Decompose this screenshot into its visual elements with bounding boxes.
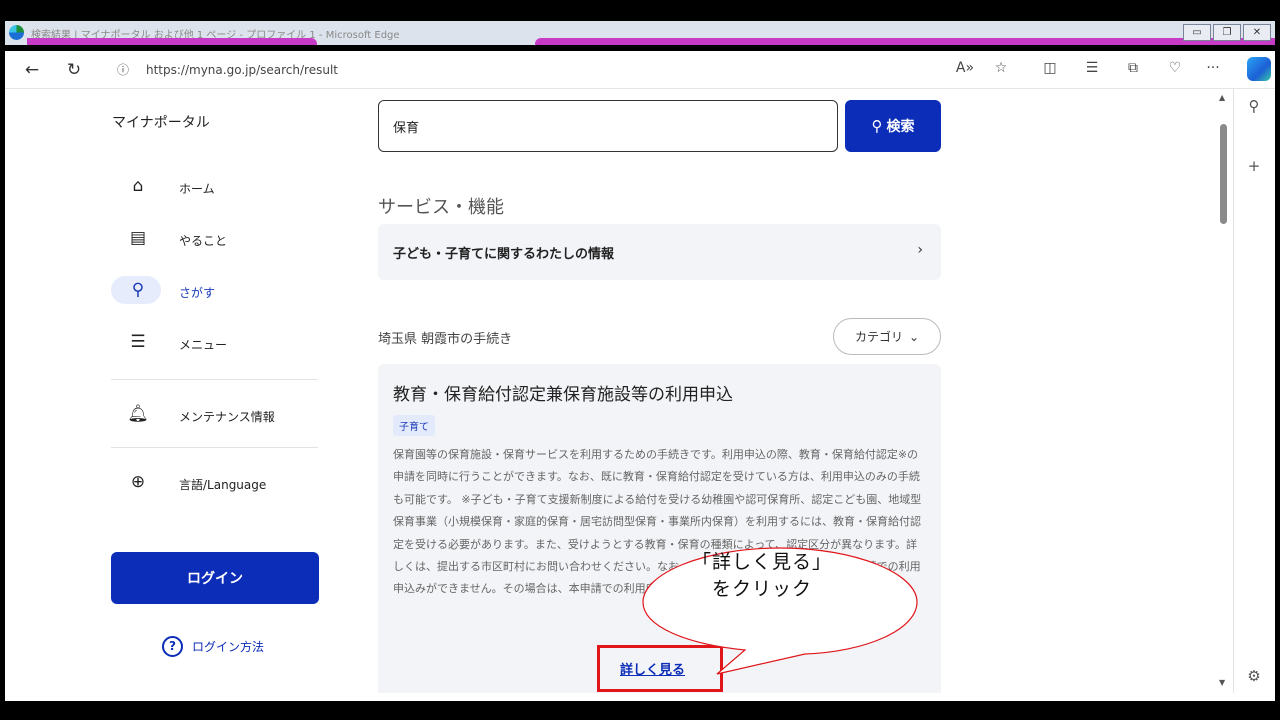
clipboard-icon: ▤ (129, 228, 147, 248)
login-help-link[interactable]: ? ログイン方法 (162, 634, 264, 658)
login-help-label: ログイン方法 (192, 639, 265, 654)
web-page: マイナポータル ⌂ ホーム ▤ やること ⚲ さがす ☰ メニュー 🔔︎ メンテ… (5, 89, 1233, 693)
address-bar[interactable]: ⓘ https://myna.go.jp/search/result (101, 56, 981, 84)
region-title: 埼玉県 朝霞市の手続き (378, 332, 513, 347)
search-input[interactable] (378, 100, 838, 152)
procedure-card: 教育・保育給付認定兼保育施設等の利用申込 子育て 保育園等の保育施設・保育サービ… (378, 364, 941, 693)
add-icon[interactable]: + (1244, 157, 1264, 175)
window-controls: ▭ ❐ ✕ (1183, 24, 1271, 41)
tab-strip (535, 38, 1275, 45)
procedure-title[interactable]: 教育・保育給付認定兼保育施設等の利用申込 (393, 380, 733, 405)
bell-icon: 🔔︎ (127, 404, 149, 424)
read-aloud-icon[interactable]: A» (955, 60, 975, 76)
page-info-icon[interactable]: ⓘ (117, 61, 129, 78)
service-card-label: 子ども・子育てに関するわたしの情報 (393, 247, 615, 262)
highlight-box (597, 645, 723, 692)
category-label: カテゴリ (854, 330, 903, 344)
sidebar-item-language[interactable]: ⊕ 言語/Language (111, 468, 321, 498)
question-icon: ? (162, 635, 183, 657)
nav-divider (111, 379, 318, 380)
sidebar-item-label: メニュー (179, 338, 228, 352)
favorite-star-icon[interactable]: ☆ (991, 60, 1011, 76)
scroll-down-icon[interactable]: ▼ (1219, 678, 1225, 687)
service-card[interactable]: 子ども・子育てに関するわたしの情報 › (378, 224, 941, 280)
favorites-list-icon[interactable]: ☰ (1082, 60, 1102, 76)
tab-strip-left (27, 38, 317, 45)
site-name: マイナポータル (112, 115, 210, 131)
sidebar-item-search[interactable]: ⚲ さがす (111, 276, 321, 306)
copilot-icon[interactable] (1247, 57, 1271, 81)
page-scrollbar[interactable]: ▲ ▼ (1215, 89, 1233, 693)
collections-icon[interactable]: ⧉ (1123, 60, 1143, 76)
sidebar-item-label: やること (179, 234, 228, 248)
callout-line-1: 「詳しく見る」 (691, 551, 832, 573)
search-icon: ⚲ (131, 280, 145, 300)
callout-text: 「詳しく見る」 をクリック (637, 549, 887, 603)
scroll-up-icon[interactable]: ▲ (1219, 93, 1225, 102)
sidebar-item-menu[interactable]: ☰ メニュー (111, 328, 321, 358)
services-section-title: サービス・機能 (378, 197, 504, 218)
scrollbar-thumb[interactable] (1220, 124, 1227, 224)
sidebar-item-label: メンテナンス情報 (179, 410, 275, 424)
sidebar-item-label: 言語/Language (179, 478, 267, 492)
sidebar-item-label: ホーム (179, 182, 215, 196)
edge-logo-icon (9, 25, 24, 40)
minimize-button[interactable]: ▭ (1183, 24, 1211, 41)
sidebar-item-home[interactable]: ⌂ ホーム (111, 172, 321, 202)
menu-icon: ☰ (130, 332, 146, 352)
browser-toolbar: ← ↻ ⓘ https://myna.go.jp/search/result A… (5, 51, 1275, 89)
search-button[interactable]: ⚲ 検索 (845, 100, 941, 152)
callout-line-2: をクリック (711, 578, 812, 600)
globe-icon: ⊕ (130, 472, 146, 492)
sidebar-item-maintenance[interactable]: 🔔︎ メンテナンス情報 (111, 400, 321, 430)
search-icon: ⚲ (871, 117, 883, 135)
settings-gear-icon[interactable]: ⚙ (1244, 667, 1264, 685)
split-screen-icon[interactable]: ◫ (1040, 60, 1060, 76)
browser-title-bar: 検索結果 | マイナポータル および他 1 ページ - プロファイル 1 - M… (5, 21, 1275, 45)
sidebar-item-label: さがす (179, 286, 216, 300)
category-tag: 子育て (393, 415, 435, 436)
home-icon: ⌂ (132, 176, 144, 196)
chevron-right-icon: › (917, 242, 923, 258)
login-button[interactable]: ログイン (111, 552, 319, 604)
refresh-icon[interactable]: ↻ (63, 59, 85, 81)
url-text: https://myna.go.jp/search/result (146, 63, 338, 77)
search-icon[interactable]: ⚲ (1244, 97, 1264, 115)
close-button[interactable]: ✕ (1243, 24, 1271, 41)
window-bottom-edge (5, 693, 1275, 701)
restore-button[interactable]: ❐ (1213, 24, 1241, 41)
nav-divider (111, 447, 318, 448)
edge-sidebar: ⚲ + ⚙ (1233, 89, 1275, 693)
category-dropdown[interactable]: カテゴリ ⌄ (833, 318, 941, 355)
sidebar-item-todo[interactable]: ▤ やること (111, 224, 321, 254)
chevron-down-icon: ⌄ (908, 329, 920, 344)
search-button-label: 検索 (886, 119, 915, 135)
back-icon[interactable]: ← (21, 59, 43, 81)
more-options-icon[interactable]: ··· (1203, 60, 1223, 76)
performance-icon[interactable]: ♡ (1165, 60, 1185, 76)
